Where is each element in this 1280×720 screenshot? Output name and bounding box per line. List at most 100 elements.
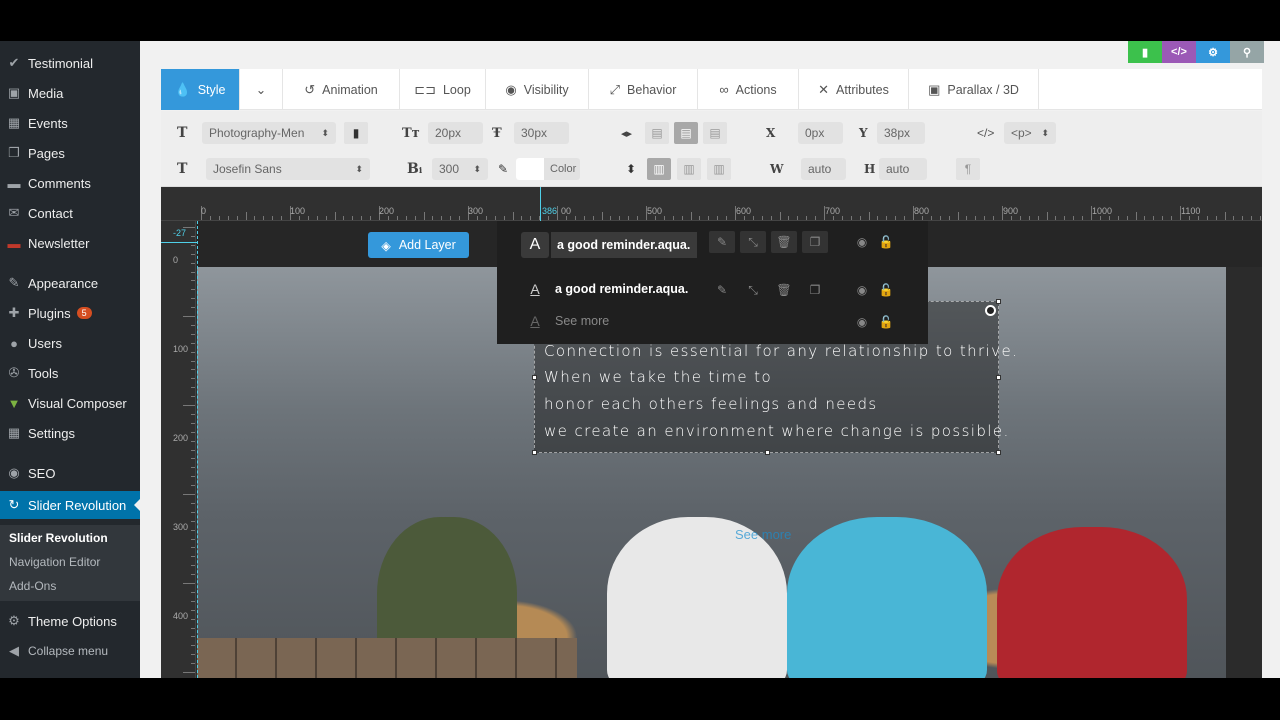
color-picker[interactable]: Color <box>516 158 580 180</box>
layer-row-see-more[interactable]: A See more ◉ 🔓 <box>521 307 901 335</box>
resize-handle[interactable] <box>996 450 1001 455</box>
tab-visibility[interactable]: ◉ Visibility <box>486 69 589 110</box>
lock-toggle[interactable]: 🔓 <box>873 311 899 333</box>
unlock-icon: 🔓 <box>878 235 894 249</box>
align-right-button[interactable]: ▤ <box>703 122 727 144</box>
tab-style[interactable]: 💧 Style <box>161 69 240 110</box>
align-center-button[interactable]: ▤ <box>674 122 698 144</box>
save-preset-button[interactable]: ▮ <box>344 122 368 144</box>
valign-top-button[interactable]: ▥ <box>647 158 671 180</box>
sidebar-item-visual-composer[interactable]: ▼ Visual Composer <box>0 389 140 417</box>
html-tag-select[interactable]: <p> ⬍ <box>1004 122 1056 144</box>
add-layer-button[interactable]: ◈ Add Layer <box>368 232 469 258</box>
layer-row-selected[interactable]: A a good reminder.aqua. ✎ ⤡ 🗑 ❐ ◉ 🔓 <box>521 231 901 259</box>
ruler-tick <box>743 216 745 220</box>
sidebar-item-newsletter[interactable]: ▬ Newsletter <box>0 229 140 257</box>
sidebar-item-tools[interactable]: ✇ Tools <box>0 359 140 387</box>
resize-handle[interactable] <box>996 299 1001 304</box>
tab-dropdown[interactable]: ⌄ <box>240 69 283 110</box>
compress-icon: ⤡ <box>748 234 758 249</box>
sidebar-item-media[interactable]: ▣ Media <box>0 79 140 107</box>
sidebar-item-pages[interactable]: ❐ Pages <box>0 139 140 167</box>
submenu-navigation-editor[interactable]: Navigation Editor <box>9 555 100 569</box>
lock-toggle[interactable]: 🔓 <box>873 231 899 253</box>
duplicate-layer-button[interactable]: ❐ <box>802 231 828 253</box>
newsletter-icon: ▬ <box>7 235 21 251</box>
line-height-input[interactable]: 30px <box>514 122 569 144</box>
ruler-tick <box>1242 216 1244 220</box>
resize-handle[interactable] <box>532 375 537 380</box>
submenu-slider-revolution[interactable]: Slider Revolution <box>9 531 108 545</box>
drop-icon: 💧 <box>174 81 191 97</box>
font-size-input[interactable]: 20px <box>428 122 483 144</box>
font-family-select[interactable]: Josefin Sans ⬍ <box>206 158 370 180</box>
layer-name-input[interactable]: a good reminder.aqua. <box>551 232 697 258</box>
height-input[interactable]: auto <box>879 158 927 180</box>
fit-layer-button[interactable]: ⤡ <box>740 231 766 253</box>
valign-bottom-button[interactable]: ▥ <box>707 158 731 180</box>
ruler-tick <box>788 216 790 220</box>
sidebar-item-theme-options[interactable]: ⚙ Theme Options <box>0 607 140 635</box>
edit-layer-button[interactable]: ✎ <box>709 279 735 301</box>
ruler-tick <box>183 494 195 495</box>
paragraph-button[interactable]: ¶ <box>956 158 980 180</box>
ruler-tick <box>690 212 692 220</box>
sidebar-item-users[interactable]: ● Users <box>0 329 140 357</box>
tab-loop[interactable]: ⊏⊐ Loop <box>400 69 486 110</box>
seo-icon: ◉ <box>8 465 20 480</box>
sidebar-item-slider-revolution[interactable]: ↻ Slider Revolution <box>0 491 140 519</box>
duplicate-layer-button[interactable]: ❐ <box>802 279 828 301</box>
collapse-menu-button[interactable]: ◀ Collapse menu <box>0 637 140 665</box>
resize-handle[interactable] <box>765 450 770 455</box>
x-position-input[interactable]: 0px <box>798 122 843 144</box>
sidebar-item-events[interactable]: ▦ Events <box>0 109 140 137</box>
save-slide-button[interactable]: ▮ <box>1128 41 1162 63</box>
tab-parallax-3d[interactable]: ▣ Parallax / 3D <box>909 69 1039 110</box>
tab-attributes[interactable]: ✕ Attributes <box>799 69 909 110</box>
resize-handle[interactable] <box>532 450 537 455</box>
preview-button[interactable]: ⚲ <box>1230 41 1264 63</box>
ruler-tick <box>236 216 238 220</box>
layer-row[interactable]: A a good reminder.aqua. ✎ ⤡ 🗑 ❐ ◉ 🔓 <box>521 275 901 303</box>
align-left-button[interactable]: ▤ <box>645 122 669 144</box>
sidebar-item-comments[interactable]: ▬ Comments <box>0 169 140 197</box>
sidebar-item-appearance[interactable]: ✎ Appearance <box>0 269 140 297</box>
lock-toggle[interactable]: 🔓 <box>873 279 899 301</box>
tab-animation[interactable]: ↺ Animation <box>283 69 400 110</box>
ruler-tick <box>191 591 195 593</box>
see-more-link[interactable]: See more <box>735 527 791 542</box>
slider-revolution-submenu: Slider Revolution Navigation Editor Add-… <box>0 525 140 601</box>
tab-actions[interactable]: ∞ Actions <box>698 69 799 110</box>
ruler-tick <box>387 216 389 220</box>
y-position-input[interactable]: 38px <box>877 122 925 144</box>
rotate-handle-icon[interactable] <box>985 305 996 316</box>
ruler-tick <box>191 618 195 620</box>
sidebar-item-testimonial[interactable]: ✔ Testimonial <box>0 49 140 77</box>
font-weight-select[interactable]: 300 ⬍ <box>432 158 488 180</box>
sidebar-item-plugins[interactable]: ✚ Plugins 5 <box>0 299 140 327</box>
code-button[interactable]: </> <box>1162 41 1196 63</box>
visibility-toggle[interactable]: ◉ <box>849 231 875 253</box>
valign-top-icon: ▥ <box>653 162 665 176</box>
sidebar-item-contact[interactable]: ✉ Contact <box>0 199 140 227</box>
select-arrows-icon: ⬍ <box>355 163 363 174</box>
delete-layer-button[interactable]: 🗑 <box>771 231 797 253</box>
width-input[interactable]: auto <box>801 158 846 180</box>
sidebar-item-seo[interactable]: ◉ SEO <box>0 459 140 487</box>
font-preset-select[interactable]: Photography-Men ⬍ <box>202 122 336 144</box>
ruler-label: 800 <box>914 206 930 216</box>
tab-behavior[interactable]: ⤢ Behavior <box>589 69 698 110</box>
visibility-toggle[interactable]: ◉ <box>849 279 875 301</box>
visibility-toggle[interactable]: ◉ <box>849 311 875 333</box>
fit-layer-button[interactable]: ⤡ <box>740 279 766 301</box>
edit-layer-button[interactable]: ✎ <box>709 231 735 253</box>
resize-handle[interactable] <box>996 375 1001 380</box>
delete-layer-button[interactable]: 🗑 <box>771 279 797 301</box>
y-position-label: Y <box>859 126 868 140</box>
sidebar-item-settings[interactable]: ▦ Settings <box>0 419 140 447</box>
ruler-tick <box>191 600 195 602</box>
valign-middle-button[interactable]: ▥ <box>677 158 701 180</box>
ruler-tick <box>1010 216 1012 220</box>
submenu-add-ons[interactable]: Add-Ons <box>9 579 56 593</box>
settings-button[interactable]: ⚙ <box>1196 41 1230 63</box>
